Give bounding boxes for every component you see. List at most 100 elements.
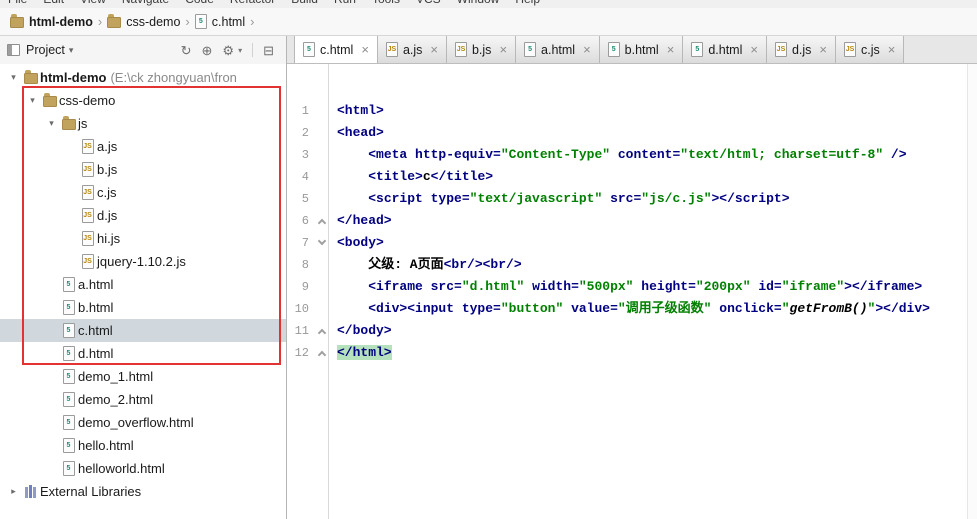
menu-bar: File Edit View Navigate Code Refactor Build Run… — [0, 0, 977, 8]
code-line-4[interactable]: 4 <title>c</title> — [287, 166, 977, 188]
code-line-5[interactable]: 5 <script type="text/javascript" src="js… — [287, 188, 977, 210]
fold-column — [315, 254, 330, 276]
breadcrumb-item-c-html[interactable]: 5 c.html — [192, 12, 248, 31]
project-tree: ▾ html-demo (E:\ck zhongyuan\fron ▾ css-demo… — [0, 64, 286, 519]
close-tab-icon[interactable]: × — [430, 42, 438, 57]
menu-item-window[interactable]: Window — [457, 0, 500, 7]
close-tab-icon[interactable]: × — [888, 42, 896, 57]
code-line-9[interactable]: 9 <iframe src="d.html" width="500px" hei… — [287, 276, 977, 298]
menu-item-build[interactable]: Build — [291, 0, 318, 7]
tree-item-helloworld-html[interactable]: 5 helloworld.html — [0, 457, 286, 480]
tab-label: d.html — [708, 42, 743, 57]
tree-item-c-html[interactable]: 5 c.html — [0, 319, 286, 342]
tree-item-b-html[interactable]: 5 b.html — [0, 296, 286, 319]
menu-item-help[interactable]: Help — [515, 0, 540, 7]
tree-item-a-html[interactable]: 5 a.html — [0, 273, 286, 296]
menu-item-vcs[interactable]: VCS — [416, 0, 441, 7]
close-tab-icon[interactable]: × — [583, 42, 591, 57]
project-tool-window-icon[interactable] — [7, 44, 20, 56]
code-line-7[interactable]: 7 <body> — [287, 232, 977, 254]
settings-icon[interactable]: ⚙ — [222, 44, 234, 57]
menu-item-navigate[interactable]: Navigate — [122, 0, 169, 7]
close-tab-icon[interactable]: × — [667, 42, 675, 57]
breadcrumb-separator-icon: › — [185, 14, 190, 29]
tree-item-hello-html[interactable]: 5 hello.html — [0, 434, 286, 457]
chevron-expanded-icon[interactable]: ▾ — [44, 118, 59, 129]
code-line-10[interactable]: 10 <div><input type="button" value="调用子级… — [287, 298, 977, 320]
code-line-1[interactable]: 1 <html> — [287, 100, 977, 122]
menu-item-edit[interactable]: Edit — [43, 0, 64, 7]
menu-item-code[interactable]: Code — [185, 0, 214, 7]
tree-item-c-js[interactable]: JS c.js — [0, 181, 286, 204]
chevron-expanded-icon[interactable]: ▾ — [25, 95, 40, 106]
scroll-from-source-icon[interactable]: ⊕ — [202, 44, 213, 57]
fold-marker-icon[interactable] — [317, 218, 327, 228]
close-tab-icon[interactable]: × — [499, 42, 507, 57]
chevron-collapsed-icon[interactable]: ▸ — [6, 486, 21, 497]
tree-item-jquery-1-10-2-js[interactable]: JS jquery-1.10.2.js — [0, 250, 286, 273]
html-file-icon: 5 — [62, 323, 75, 338]
tree-item-html-demo[interactable]: ▾ html-demo (E:\ck zhongyuan\fron — [0, 66, 286, 89]
line-number: 10 — [294, 302, 309, 316]
chevron-down-icon[interactable]: ▾ — [69, 45, 74, 56]
chevron-expanded-icon[interactable]: ▾ — [6, 72, 21, 83]
menu-item-view[interactable]: View — [80, 0, 106, 7]
tree-item-d-html[interactable]: 5 d.html — [0, 342, 286, 365]
tree-item-b-js[interactable]: JS b.js — [0, 158, 286, 181]
editor[interactable]: 1 <html> 2 <head> 3 <meta http-equiv="Conten… — [287, 64, 977, 519]
code-line-2[interactable]: 2 <head> — [287, 122, 977, 144]
close-tab-icon[interactable]: × — [361, 42, 369, 57]
tree-item-css-demo[interactable]: ▾ css-demo — [0, 89, 286, 112]
tree-item-label: External Libraries — [40, 484, 142, 499]
tree-item-a-js[interactable]: JS a.js — [0, 135, 286, 158]
tab-d-html[interactable]: 5 d.html × — [683, 36, 767, 63]
code-lines: 1 <html> 2 <head> 3 <meta http-equiv="Conten… — [287, 64, 977, 364]
tree-item-path: (E:\ck zhongyuan\fron — [110, 70, 237, 85]
editor-scrollbar[interactable] — [967, 64, 977, 519]
tree-item-d-js[interactable]: JS d.js — [0, 204, 286, 227]
tab-b-js[interactable]: JS b.js × — [446, 36, 517, 63]
tab-a-js[interactable]: JS a.js × — [377, 36, 447, 63]
tab-a-html[interactable]: 5 a.html × — [516, 36, 600, 63]
tree-item-demo-2-html[interactable]: 5 demo_2.html — [0, 388, 286, 411]
menu-item-run[interactable]: Run — [334, 0, 356, 7]
breadcrumb-item-css-demo[interactable]: css-demo — [104, 13, 183, 31]
menu-item-refactor[interactable]: Refactor — [230, 0, 275, 7]
tree-item-label: demo_overflow.html — [78, 415, 194, 430]
code-text: <meta http-equiv="Content-Type" content=… — [368, 147, 907, 162]
tree-item-hi-js[interactable]: JS hi.js — [0, 227, 286, 250]
close-tab-icon[interactable]: × — [750, 42, 758, 57]
menu-item-tools[interactable]: Tools — [372, 0, 400, 7]
code-line-12[interactable]: 12 </html> — [287, 342, 977, 364]
menu-item-file[interactable]: File — [8, 0, 27, 7]
close-tab-icon[interactable]: × — [819, 42, 827, 57]
fold-marker-icon[interactable] — [317, 236, 327, 246]
tab-c-html[interactable]: 5 c.html × — [294, 36, 378, 63]
fold-column — [315, 276, 330, 298]
tab-b-html[interactable]: 5 b.html × — [599, 36, 684, 63]
tree-item-external-libraries[interactable]: ▸ External Libraries — [0, 480, 286, 503]
fold-column — [315, 122, 330, 144]
breadcrumb: html-demo › css-demo › 5 c.html › — [0, 8, 977, 36]
line-number: 1 — [301, 104, 309, 118]
tree-item-demo-overflow-html[interactable]: 5 demo_overflow.html — [0, 411, 286, 434]
code-line-11[interactable]: 11 </body> — [287, 320, 977, 342]
chevron-down-icon[interactable]: ▾ — [238, 46, 242, 55]
menu-bar-items: File Edit View Navigate Code Refactor Build Run… — [0, 0, 977, 7]
code-line-8[interactable]: 8 父级: A页面<br/><br/> — [287, 254, 977, 276]
tree-item-demo-1-html[interactable]: 5 demo_1.html — [0, 365, 286, 388]
tree-item-js[interactable]: ▾ js — [0, 112, 286, 135]
refresh-icon[interactable]: ↻ — [181, 44, 192, 57]
breadcrumb-item-html-demo[interactable]: html-demo — [7, 13, 96, 31]
fold-marker-icon[interactable] — [317, 350, 327, 360]
collapse-all-icon[interactable]: ⊟ — [263, 44, 274, 57]
code-line-6[interactable]: 6 </head> — [287, 210, 977, 232]
project-panel-title[interactable]: Project — [26, 43, 65, 57]
tab-c-js[interactable]: JS c.js × — [836, 36, 905, 63]
code-line-3[interactable]: 3 <meta http-equiv="Content-Type" conten… — [287, 144, 977, 166]
editor-area: 5 c.html × JS a.js × JS b.js × 5 a.html × 5 b.html × 5 d… — [287, 36, 977, 519]
fold-marker-icon[interactable] — [317, 328, 327, 338]
tree-item-label: jquery-1.10.2.js — [97, 254, 186, 269]
tab-d-js[interactable]: JS d.js × — [766, 36, 836, 63]
fold-column — [315, 100, 330, 122]
